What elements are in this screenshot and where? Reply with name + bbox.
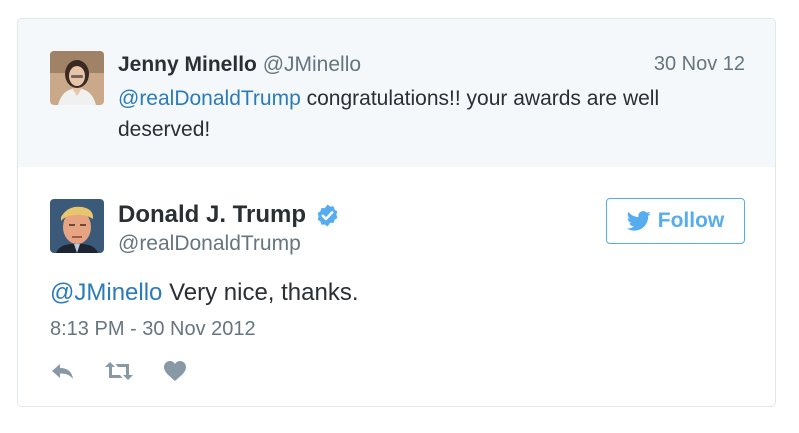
twitter-bird-icon [626, 211, 651, 231]
main-avatar[interactable] [50, 199, 104, 253]
main-tweet-text: @JMinello Very nice, thanks. [50, 279, 359, 307]
main-tweet-timestamp[interactable]: 8:13 PM - 30 Nov 2012 [50, 318, 256, 341]
parent-tweet: Jenny Minello @JMinello 30 Nov 12 @realD… [18, 19, 775, 167]
verified-badge-icon [315, 203, 340, 228]
parent-author-name[interactable]: Jenny Minello [118, 53, 257, 76]
parent-tweet-text: @realDonaldTrump congratulations!! your … [118, 83, 718, 145]
heart-icon[interactable] [160, 358, 190, 384]
reply-icon[interactable] [48, 358, 78, 384]
follow-button-label: Follow [657, 209, 725, 232]
parent-author-row: Jenny Minello @JMinello [118, 52, 361, 78]
main-text-body: Very nice, thanks. [162, 279, 359, 306]
parent-mention-link[interactable]: @realDonaldTrump [118, 87, 301, 110]
tweet-actions [48, 358, 216, 384]
parent-text-line1: congratulations!! your awards are well [300, 87, 660, 110]
parent-tweet-date[interactable]: 30 Nov 12 [654, 53, 745, 76]
main-mention-link[interactable]: @JMinello [50, 279, 162, 306]
main-author-handle[interactable]: @realDonaldTrump [118, 232, 301, 256]
main-author-name[interactable]: Donald J. Trump [118, 201, 306, 229]
retweet-icon[interactable] [104, 358, 134, 384]
parent-avatar[interactable] [50, 51, 104, 105]
parent-author-handle[interactable]: @JMinello [263, 53, 361, 76]
follow-button[interactable]: Follow [606, 198, 745, 244]
embedded-tweet-card: Jenny Minello @JMinello 30 Nov 12 @realD… [17, 18, 776, 407]
main-author-name-row: Donald J. Trump [118, 201, 340, 229]
parent-text-line2: deserved! [118, 118, 211, 141]
